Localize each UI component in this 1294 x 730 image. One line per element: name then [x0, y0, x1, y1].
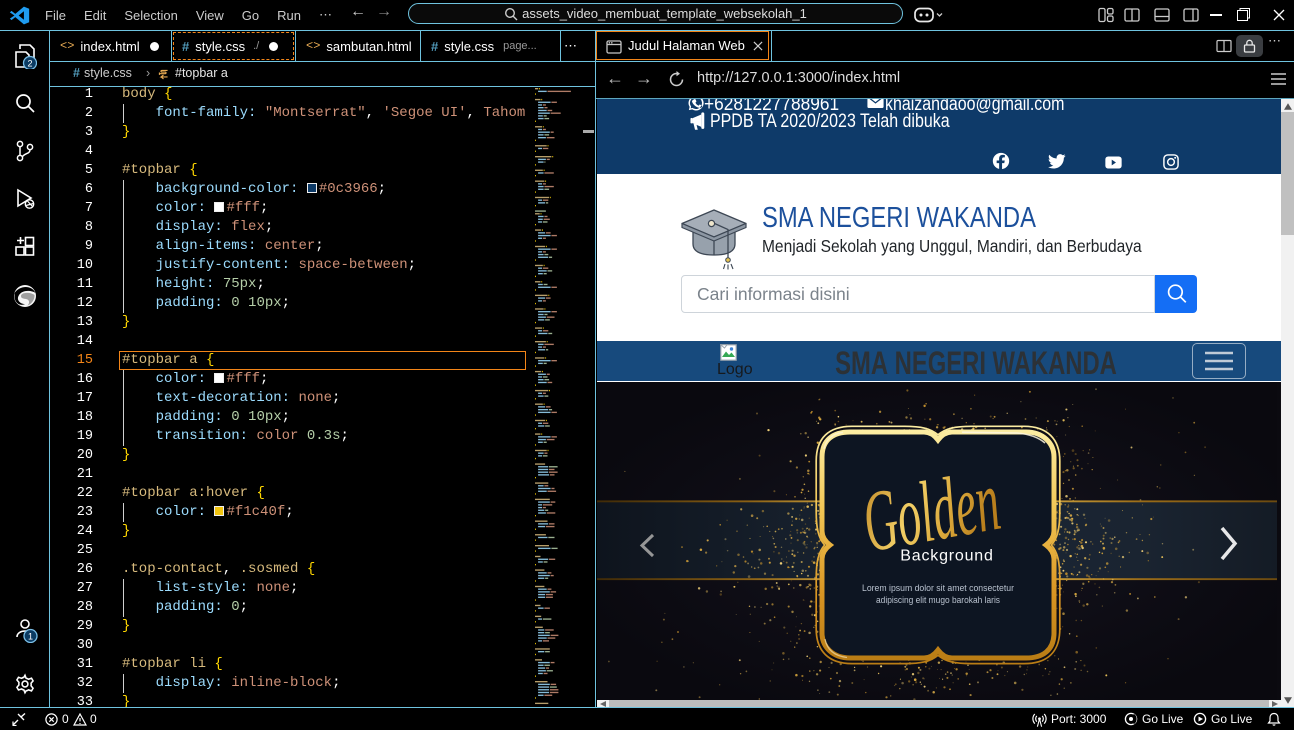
- svg-text:Lorem ipsum dolor sit amet con: Lorem ipsum dolor sit amet consectetur: [862, 583, 1014, 594]
- svg-text:adipiscing elit mugo barokah l: adipiscing elit mugo barokah laris: [876, 595, 1000, 606]
- svg-text:1: 1: [28, 631, 33, 641]
- svg-text:Background: Background: [900, 548, 993, 565]
- svg-text:2: 2: [27, 58, 32, 68]
